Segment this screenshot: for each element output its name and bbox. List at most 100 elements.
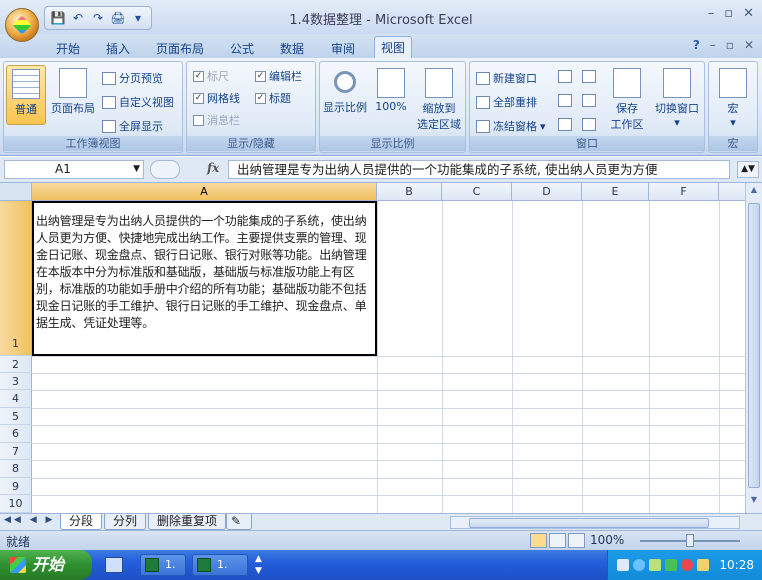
horizontal-scroll-thumb[interactable] [469,518,709,528]
split-button[interactable] [558,70,572,83]
volume-icon[interactable] [649,559,662,571]
column-header-c[interactable]: C [442,183,512,201]
zoom-to-selection-button[interactable]: 缩放到 选定区域 [414,65,464,139]
expand-formula-bar-icon[interactable]: ▲▼ [737,161,759,178]
view-side-by-side-button[interactable] [582,70,596,83]
normal-view-icon-status[interactable] [530,533,547,548]
restore-button[interactable]: ▫ [724,6,733,21]
row-header-5[interactable]: 5 [0,408,32,425]
zoom-level[interactable]: 100% [590,533,624,547]
column-header-a[interactable]: A [32,183,377,201]
name-box-dropdown-icon[interactable]: ▼ [133,161,140,178]
column-header-b[interactable]: B [377,183,442,201]
workbook-minimize-button[interactable]: – [710,38,716,52]
normal-view-button[interactable]: 普通 [6,65,46,125]
taskbar-scroll-icon[interactable]: ▲ ▼ [255,553,262,577]
sync-scroll-button[interactable] [582,94,596,107]
message-bar-check-icon [193,114,204,126]
row-header-8[interactable]: 8 [0,460,32,478]
formula-bar-resize-icon[interactable] [150,160,180,179]
page-layout-view-button[interactable]: 页面布局 [48,65,98,125]
column-header-f[interactable]: F [649,183,719,201]
status-bar: 就绪 100% [0,530,762,550]
row-header-2[interactable]: 2 [0,356,32,373]
scroll-up-icon[interactable]: ▲ [748,185,760,199]
update-icon[interactable] [697,559,710,571]
freeze-panes-button[interactable]: 冻结窗格 ▾ [476,118,546,134]
row-header-1[interactable]: 1 [0,201,32,356]
headings-checkbox[interactable]: ✓ 标题 [255,90,291,106]
row-header-3[interactable]: 3 [0,373,32,390]
sheet-tab-remove-duplicates[interactable]: 删除重复项 [148,514,227,530]
keyboard-icon[interactable] [617,559,630,571]
tab-data[interactable]: 数据 [274,38,310,59]
tab-review[interactable]: 审阅 [325,38,361,59]
row-header-10[interactable]: 10 [0,495,32,513]
network-icon[interactable] [633,559,646,571]
vertical-scrollbar[interactable]: ▲ ▼ [745,183,762,513]
row-header-6[interactable]: 6 [0,425,32,443]
antivirus-icon[interactable] [681,559,694,571]
reset-position-icon [582,118,596,131]
group-label-zoom: 显示比例 [320,136,465,151]
insert-sheet-icon[interactable]: ✎ [226,514,252,530]
page-layout-icon-status[interactable] [549,533,566,548]
tab-insert[interactable]: 插入 [100,38,136,59]
vertical-scroll-thumb[interactable] [748,203,760,488]
tab-home[interactable]: 开始 [50,38,86,59]
workbook-close-button[interactable]: ✕ [744,38,754,52]
column-header-e[interactable]: E [582,183,649,201]
switch-windows-button[interactable]: 切换窗口 ▾ [650,65,704,139]
gridlines-checkbox[interactable]: ✓ 网格线 [193,90,240,106]
custom-views-icon [102,95,116,109]
unhide-window-button[interactable] [558,118,572,131]
reset-position-button[interactable] [582,118,596,131]
ruler-checkbox[interactable]: ✓ 标尺 [193,68,229,84]
taskbar-excel-1[interactable]: 1. [140,554,186,576]
fullscreen-icon [102,119,116,133]
message-bar-checkbox[interactable]: 消息栏 [193,112,240,128]
formula-bar-checkbox[interactable]: ✓ 编辑栏 [255,68,302,84]
zoom-button[interactable]: 显示比例 [322,65,368,125]
security-icon[interactable] [665,559,678,571]
page-break-icon-status[interactable] [568,533,585,548]
name-box[interactable]: A1 ▼ [4,160,144,179]
scroll-down-icon[interactable]: ▼ [748,495,760,509]
page-break-preview-button[interactable]: 分页预览 [102,70,163,86]
show-desktop-icon[interactable] [105,557,123,573]
zoom-slider-knob[interactable] [686,534,694,547]
zoom-100-icon [377,68,405,98]
group-label-window: 窗口 [470,136,704,151]
taskbar-excel-2[interactable]: 1. [192,554,248,576]
zoom-100-button[interactable]: 100% [372,65,410,125]
arrange-all-button[interactable]: 全部重排 [476,94,537,110]
sheet-tab-fenduan[interactable]: 分段 [60,514,103,530]
custom-views-button[interactable]: 自定义视图 [102,94,174,110]
row-header-9[interactable]: 9 [0,478,32,495]
close-button[interactable]: ✕ [743,6,754,21]
column-header-d[interactable]: D [512,183,582,201]
fullscreen-button[interactable]: 全屏显示 [102,118,163,134]
new-window-button[interactable]: 新建窗口 [476,70,537,86]
cell-a1[interactable]: 出纳管理是专为出纳人员提供的一个功能集成的子系统，使出纳人员更为方便、快捷地完成… [32,201,377,356]
formula-input[interactable]: 出纳管理是专为出纳人员提供的一个功能集成的子系统, 使出纳人员更为方便 [228,160,730,179]
tab-formulas[interactable]: 公式 [224,38,260,59]
macros-button[interactable]: 宏 ▾ [713,65,753,139]
insert-function-icon[interactable]: fx [207,161,219,175]
row-header-4[interactable]: 4 [0,390,32,408]
office-button[interactable] [5,8,39,42]
worksheet-grid[interactable]: A B C D E F 1 2 3 4 5 6 7 8 9 10 出纳管理是专为… [0,183,745,513]
start-button[interactable]: 开始 [0,550,92,580]
horizontal-scrollbar[interactable] [450,516,740,529]
workbook-restore-button[interactable]: ▫ [726,38,734,52]
column-header-g[interactable] [719,183,745,201]
hide-window-button[interactable] [558,94,572,107]
help-icon[interactable]: ? [693,38,700,52]
tab-page-layout[interactable]: 页面布局 [150,38,210,59]
sheet-tab-fenlie[interactable]: 分列 [104,514,147,530]
select-all-button[interactable] [0,183,32,201]
minimize-button[interactable]: – [708,6,715,21]
row-header-7[interactable]: 7 [0,443,32,460]
tab-view[interactable]: 视图 [374,36,413,58]
save-workspace-button[interactable]: 保存 工作区 [608,65,646,139]
